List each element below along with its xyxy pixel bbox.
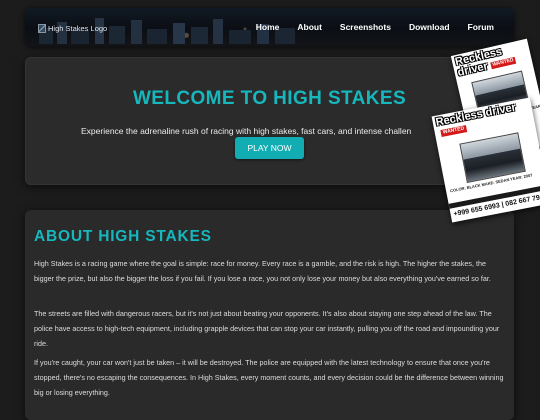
about-title: ABOUT HIGH STAKES	[34, 228, 212, 245]
site-logo[interactable]: High Stakes Logo	[38, 22, 107, 34]
hero-tagline: Experience the adrenaline rush of racing…	[81, 126, 412, 136]
logo-alt-text: High Stakes Logo	[48, 23, 108, 33]
nav-about[interactable]: About	[291, 22, 328, 32]
main-nav: Home About Screenshots Download Forum	[244, 8, 500, 46]
about-section: ABOUT HIGH STAKES High Stakes is a racin…	[25, 210, 514, 420]
hero-title: WELCOME TO HIGH STAKES	[132, 88, 407, 109]
about-paragraph: High Stakes is a racing game where the g…	[34, 259, 491, 283]
wanted-poster: Reckless driverWANTED COLOR: BLACK MAKE:…	[431, 97, 540, 223]
about-paragraph: If you're caught, your car won't just be…	[34, 358, 504, 397]
play-now-button[interactable]: PLAY NOW	[235, 137, 304, 159]
nav-forum[interactable]: Forum	[462, 22, 500, 32]
wanted-badge: WANTED	[440, 124, 467, 137]
about-paragraph: The streets are filled with dangerous ra…	[34, 309, 500, 348]
nav-download[interactable]: Download	[403, 22, 456, 32]
broken-image-icon	[38, 23, 46, 33]
nav-screenshots[interactable]: Screenshots	[334, 22, 397, 32]
nav-home[interactable]: Home	[250, 22, 286, 32]
site-header: High Stakes Logo Home About Screenshots …	[25, 8, 514, 46]
